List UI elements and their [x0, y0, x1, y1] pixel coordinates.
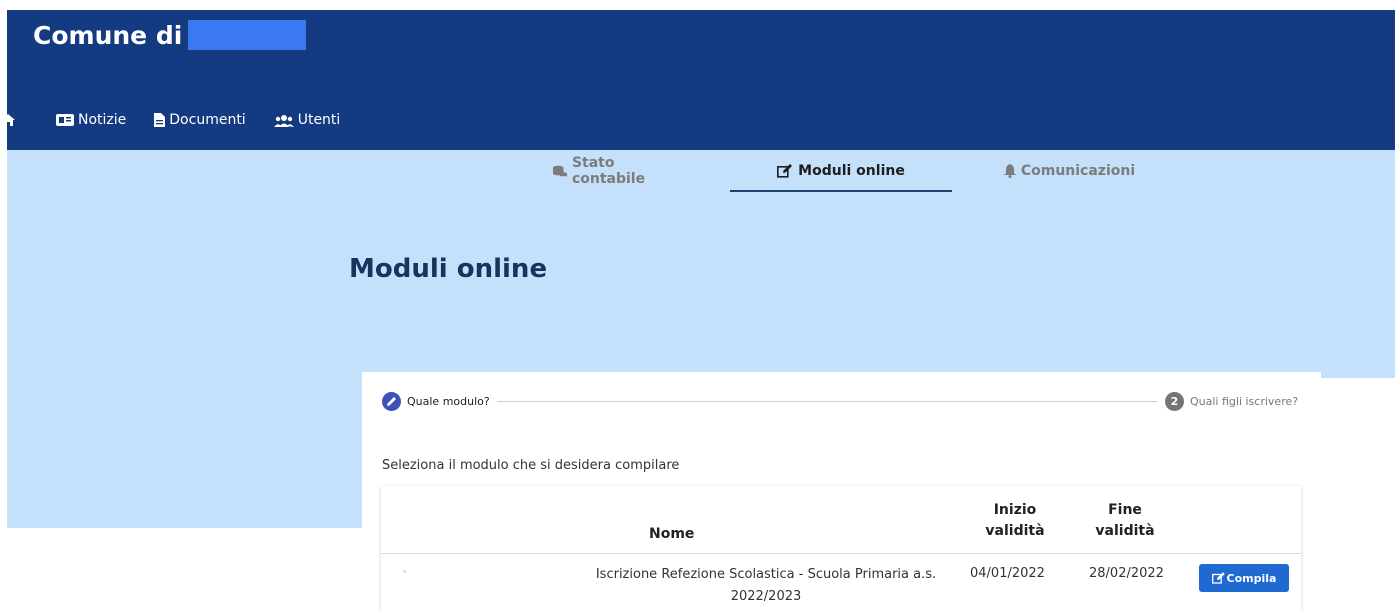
nav-home[interactable]: [0, 113, 20, 127]
column-header-inizio-line1: Inizio: [993, 502, 1037, 518]
column-header-nome: Nome: [649, 526, 695, 542]
row-marker: [403, 570, 406, 573]
column-header-inizio-validita: Inizio validità: [975, 500, 1055, 542]
step-1[interactable]: Quale modulo?: [382, 392, 490, 411]
nav-utenti[interactable]: Utenti: [273, 112, 341, 128]
cell-nome: Iscrizione Refezione Scolastica - Scuola…: [595, 567, 937, 604]
cell-fine-validita: 28/02/2022: [1089, 566, 1164, 581]
newspaper-icon: [56, 114, 74, 126]
bell-icon: [1003, 164, 1016, 178]
step-2[interactable]: 2 Quali figli iscrivere?: [1165, 392, 1298, 411]
tab-comunicazioni[interactable]: Comunicazioni: [1002, 150, 1137, 192]
home-icon: [1, 114, 15, 126]
compila-button-label: Compila: [1226, 571, 1277, 585]
step-1-pencil-icon: [382, 392, 401, 411]
top-navigation: Notizie Documenti Utenti: [0, 112, 368, 128]
column-header-fine-line1: Fine: [1108, 502, 1142, 518]
brand[interactable]: Comune di: [33, 20, 307, 50]
form-card: Quale modulo? 2 Quali figli iscrivere? S…: [362, 372, 1321, 610]
nav-utenti-label: Utenti: [297, 112, 341, 128]
step-2-label: Quali figli iscrivere?: [1190, 395, 1299, 408]
tab-moduli-online[interactable]: Moduli online: [730, 150, 952, 192]
nav-documenti-label: Documenti: [169, 112, 246, 128]
document-icon: [154, 113, 166, 127]
coins-icon: [553, 165, 567, 177]
tab-stato-contabile[interactable]: Stato contabile: [553, 150, 677, 192]
brand-title: Comune di: [33, 20, 183, 50]
moduli-table: Nome Inizio validità Fine validità Iscri…: [381, 486, 1301, 610]
step-1-label: Quale modulo?: [407, 395, 490, 408]
content-band-right: [1321, 150, 1395, 378]
cell-inizio-validita: 04/01/2022: [970, 566, 1045, 581]
instruction-text: Seleziona il modulo che si desidera comp…: [382, 458, 680, 473]
users-icon: [273, 114, 294, 127]
tab-comunicazioni-label: Comunicazioni: [1020, 163, 1136, 179]
page-title: Moduli online: [349, 254, 548, 284]
edit-icon: [1211, 572, 1225, 584]
step-2-number: 2: [1165, 392, 1184, 411]
column-header-fine-validita: Fine validità: [1085, 500, 1165, 542]
tab-moduli-online-label: Moduli online: [798, 163, 905, 179]
nav-documenti[interactable]: Documenti: [154, 112, 246, 128]
column-header-fine-line2: validità: [1095, 523, 1155, 539]
redacted-municipality-name: [188, 20, 307, 50]
nav-notizie[interactable]: Notizie: [56, 112, 126, 128]
table-header-divider: [381, 553, 1301, 554]
compila-button[interactable]: Compila: [1199, 564, 1289, 592]
active-tab-indicator: [730, 190, 952, 192]
nav-notizie-label: Notizie: [78, 112, 127, 128]
tab-stato-contabile-label: Stato contabile: [571, 155, 646, 187]
edit-icon: [777, 164, 793, 178]
app-header: Comune di: [7, 10, 1395, 150]
stepper-connector: [497, 401, 1157, 402]
column-header-inizio-line2: validità: [985, 523, 1045, 539]
